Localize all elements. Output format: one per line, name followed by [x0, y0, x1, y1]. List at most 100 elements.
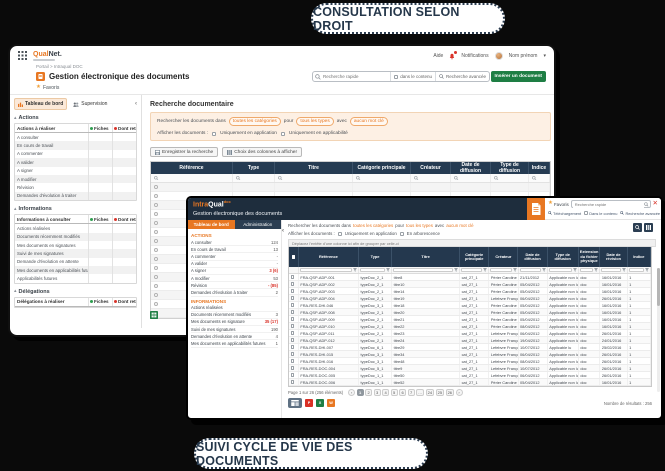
row-radio[interactable]: [154, 230, 158, 234]
page-button[interactable]: 25: [436, 389, 444, 396]
column-filter[interactable]: [353, 174, 411, 182]
column-header[interactable]: Indice: [628, 247, 651, 267]
table-row[interactable]: FRA-QSP-ADP-008typeDoc_2_1titre20cat_27_…: [289, 309, 651, 316]
advanced-search-button[interactable]: Recherche avancée: [435, 72, 489, 81]
column-filter[interactable]: [151, 174, 233, 182]
help-link[interactable]: Aide: [433, 53, 443, 59]
row-checkbox[interactable]: [291, 289, 295, 293]
table-row[interactable]: FRA-RES-DHI-016typeDoc_3_1titre48cat_27_…: [289, 358, 651, 365]
row-checkbox-cell[interactable]: [289, 351, 299, 357]
sidebar-counter-row[interactable]: A modifier: [15, 175, 136, 183]
row-radio[interactable]: [154, 266, 158, 270]
table-row[interactable]: FRA-RES-DOC-005typeDoc_1_1titre50cat_27_…: [289, 372, 651, 379]
table-row[interactable]: FRA-RES-DHI-015typeDoc_3_1titre34cat_27_…: [289, 351, 651, 358]
column-header[interactable]: Type de diffusion: [548, 247, 579, 267]
layout-export-button[interactable]: [288, 398, 302, 408]
sidebar-counter-row[interactable]: Mes documents en applicabilités futures: [15, 266, 136, 274]
column-filter[interactable]: [489, 267, 518, 273]
quick-search-input[interactable]: [321, 72, 390, 81]
column-header[interactable]: Type: [233, 162, 275, 174]
table-row[interactable]: FRA-QSP-ADP-003typeDoc_2_1titre14cat_27_…: [289, 288, 651, 295]
waffle-menu-icon[interactable]: [18, 47, 27, 65]
column-header[interactable]: Référence: [151, 162, 233, 174]
sidebar-collapse-icon[interactable]: ‹: [135, 101, 137, 107]
table-row[interactable]: FRA-RES-DHI-046typeDoc_3_1titre18cat_27_…: [289, 302, 651, 309]
group-by-bar[interactable]: Déplacez l'entête d'une colonne ici afin…: [288, 239, 656, 247]
sidebar-counter-row[interactable]: Demandes d'évolution à traiter: [15, 192, 136, 200]
w2-tab-administration[interactable]: Administration: [235, 220, 282, 229]
avatar[interactable]: [495, 52, 503, 60]
document-module-icon[interactable]: [527, 198, 545, 220]
column-filter[interactable]: [359, 267, 392, 273]
w2-favorites-link[interactable]: ★Favoris: [548, 201, 569, 207]
w2-keywords-link[interactable]: aucun mot clé: [446, 223, 473, 228]
column-filter[interactable]: [451, 174, 491, 182]
pdf-export-icon[interactable]: P: [305, 399, 313, 407]
only-in-application-checkbox[interactable]: [212, 132, 216, 136]
column-header[interactable]: Type: [359, 247, 392, 267]
sidebar-counter-row[interactable]: Documents récemment modifiés: [15, 233, 136, 241]
row-checkbox-cell[interactable]: [289, 330, 299, 336]
choose-columns-button[interactable]: Choix des colonnes à afficher: [222, 147, 302, 157]
save-search-button[interactable]: Enregistrer la recherche: [150, 147, 218, 157]
w2-collapse-icon[interactable]: ‹: [282, 228, 284, 234]
page-next-button[interactable]: ›: [456, 389, 463, 396]
page-button[interactable]: 5: [391, 389, 398, 396]
row-checkbox[interactable]: [291, 338, 295, 342]
section-header[interactable]: ▴Actions: [14, 115, 137, 121]
row-checkbox-cell[interactable]: [289, 274, 299, 280]
row-checkbox[interactable]: [291, 359, 295, 363]
column-header[interactable]: Référence: [299, 247, 359, 267]
sidebar-item[interactable]: En cours de travail13: [191, 246, 278, 253]
column-filter[interactable]: [233, 174, 275, 182]
column-filter[interactable]: [275, 174, 353, 182]
column-header[interactable]: Date de diffusion: [518, 247, 547, 267]
column-header[interactable]: Catégorie principale: [460, 247, 489, 267]
sidebar-counter-row[interactable]: Applicabilités futures: [15, 274, 136, 282]
column-filter[interactable]: [600, 267, 627, 273]
sidebar-item[interactable]: A commenter-: [191, 253, 278, 260]
column-header[interactable]: Créateur: [411, 162, 451, 174]
column-filter[interactable]: [628, 267, 651, 273]
table-row[interactable]: FRA-QSP-ADP-009typeDoc_2_1titre21cat_27_…: [289, 316, 651, 323]
sidebar-item[interactable]: Mes documents en applicabilités futures1: [191, 340, 278, 347]
column-filter[interactable]: [529, 174, 550, 182]
w2-tree-view-checkbox[interactable]: [400, 232, 404, 236]
user-caret-icon[interactable]: ▾: [543, 53, 546, 59]
excel-export-icon[interactable]: [150, 306, 158, 324]
section-header[interactable]: ▴Délégations: [14, 289, 137, 295]
keywords-pill[interactable]: aucun mot clé: [350, 117, 388, 126]
row-checkbox-cell[interactable]: [289, 309, 299, 315]
row-checkbox[interactable]: [291, 324, 295, 328]
w2-advanced-search-link[interactable]: Recherche avancée: [620, 211, 660, 216]
page-button[interactable]: 24: [426, 389, 434, 396]
in-content-option[interactable]: dans le contenu: [390, 72, 435, 81]
sidebar-counter-row[interactable]: Révision: [15, 183, 136, 191]
page-button[interactable]: 7: [408, 389, 415, 396]
w2-tab-tableau-de-bord[interactable]: Tableau de bord: [188, 220, 235, 229]
page-button[interactable]: 6: [399, 389, 406, 396]
tab-supervision[interactable]: Supervision: [70, 99, 110, 109]
sidebar-counter-row[interactable]: A commenter: [15, 150, 136, 158]
page-prev-button[interactable]: ‹: [348, 389, 355, 396]
w2-search-input[interactable]: [573, 201, 644, 208]
column-filter[interactable]: [579, 267, 600, 273]
w2-search-button[interactable]: [633, 223, 642, 232]
sidebar-item[interactable]: Demandes d'évolution en attente4: [191, 333, 278, 340]
row-radio[interactable]: [154, 257, 158, 261]
page-button[interactable]: 1: [357, 389, 364, 396]
row-checkbox-cell[interactable]: [289, 379, 299, 385]
sidebar-item[interactable]: Révision- (85): [191, 282, 278, 289]
row-radio[interactable]: [154, 284, 158, 288]
row-radio[interactable]: [154, 293, 158, 297]
row-radio[interactable]: [154, 212, 158, 216]
row-checkbox-cell[interactable]: [289, 344, 299, 350]
sidebar-item[interactable]: Demandes d'évolution à traiter2: [191, 289, 278, 296]
table-row[interactable]: FRA-QSP-ADP-004typeDoc_2_1titre19cat_27_…: [289, 295, 651, 302]
download-link[interactable]: Téléchargement: [548, 211, 581, 216]
table-row[interactable]: FRA-QSP-ADP-010typeDoc_2_1titre22cat_27_…: [289, 323, 651, 330]
column-header[interactable]: Type de diffusion: [491, 162, 529, 174]
user-menu[interactable]: Nom prénom: [509, 53, 538, 59]
row-checkbox-cell[interactable]: [289, 281, 299, 287]
column-header[interactable]: Titre: [392, 247, 460, 267]
